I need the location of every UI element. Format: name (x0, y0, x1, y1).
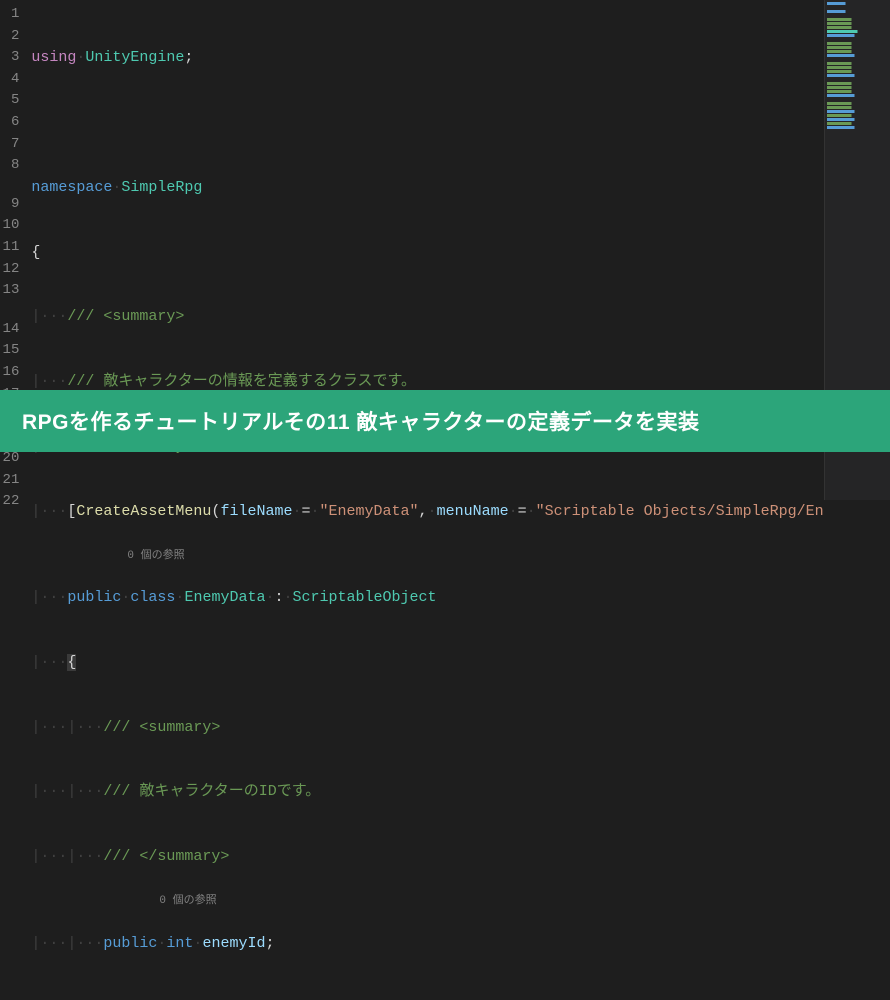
line-number: 13 (0, 280, 19, 302)
line-number: 3 (0, 47, 19, 69)
code-line[interactable]: |···[CreateAssetMenu(fileName·=·"EnemyDa… (31, 501, 823, 523)
minimap-line (827, 114, 888, 117)
minimap-line (827, 90, 888, 93)
minimap-line (827, 58, 888, 61)
minimap-line (827, 66, 888, 69)
code-line[interactable]: |···/// <summary> (31, 306, 823, 328)
line-number (0, 177, 19, 194)
line-number: 2 (0, 26, 19, 48)
line-number: 4 (0, 69, 19, 91)
minimap-line (827, 38, 888, 41)
minimap-line (827, 118, 888, 121)
minimap-line (827, 26, 888, 29)
minimap-line (827, 30, 888, 33)
code-line[interactable] (31, 112, 823, 134)
line-number: 14 (0, 319, 19, 341)
minimap-line (827, 78, 888, 81)
code-line[interactable]: namespace·SimpleRpg (31, 177, 823, 199)
code-line[interactable]: |···{ (31, 652, 823, 674)
line-number: 9 (0, 194, 19, 216)
minimap-line (827, 34, 888, 37)
line-number: 1 (0, 4, 19, 26)
line-number: 5 (0, 90, 19, 112)
minimap-line (827, 106, 888, 109)
minimap-line (827, 122, 888, 125)
line-number: 6 (0, 112, 19, 134)
line-number: 21 (0, 470, 19, 492)
line-number (0, 302, 19, 319)
minimap-line (827, 70, 888, 73)
line-number: 15 (0, 340, 19, 362)
minimap-line (827, 98, 888, 101)
line-number: 7 (0, 134, 19, 156)
code-line[interactable]: |···public·class·EnemyData·:·ScriptableO… (31, 587, 823, 609)
minimap-line (827, 74, 888, 77)
code-line[interactable]: |···|···/// 敵キャラクターのIDです。 (31, 781, 823, 803)
line-number: 12 (0, 259, 19, 281)
minimap-line (827, 6, 888, 9)
minimap-line (827, 62, 888, 65)
minimap-line (827, 14, 888, 17)
line-number: 10 (0, 215, 19, 237)
minimap-line (827, 22, 888, 25)
banner-text: RPGを作るチュートリアルその11 敵キャラクターの定義データを実装 (22, 411, 700, 434)
code-line[interactable]: { (31, 242, 823, 264)
minimap-line (827, 110, 888, 113)
line-number: 16 (0, 362, 19, 384)
minimap-line (827, 94, 888, 97)
line-number: 8 (0, 155, 19, 177)
code-line[interactable]: |···|···public·int·enemyId; (31, 933, 823, 955)
minimap-line (827, 46, 888, 49)
minimap-line (827, 126, 888, 129)
code-line[interactable]: |···|···/// </summary> (31, 846, 823, 868)
minimap-line (827, 10, 888, 13)
minimap-line (827, 50, 888, 53)
code-lens-references[interactable]: 0 個の参照 (67, 550, 184, 562)
minimap-line (827, 86, 888, 89)
minimap-line (827, 102, 888, 105)
minimap-line (827, 18, 888, 21)
minimap-line (827, 2, 888, 5)
line-number: 11 (0, 237, 19, 259)
code-line[interactable]: using·UnityEngine; (31, 47, 823, 69)
code-lens-references[interactable]: 0 個の参照 (67, 895, 216, 907)
line-number: 22 (0, 491, 19, 513)
tutorial-banner: RPGを作るチュートリアルその11 敵キャラクターの定義データを実装 (0, 390, 890, 452)
minimap-line (827, 42, 888, 45)
minimap-line (827, 82, 888, 85)
minimap-line (827, 54, 888, 57)
code-line[interactable] (31, 997, 823, 1000)
code-line[interactable]: |···|···/// <summary> (31, 717, 823, 739)
